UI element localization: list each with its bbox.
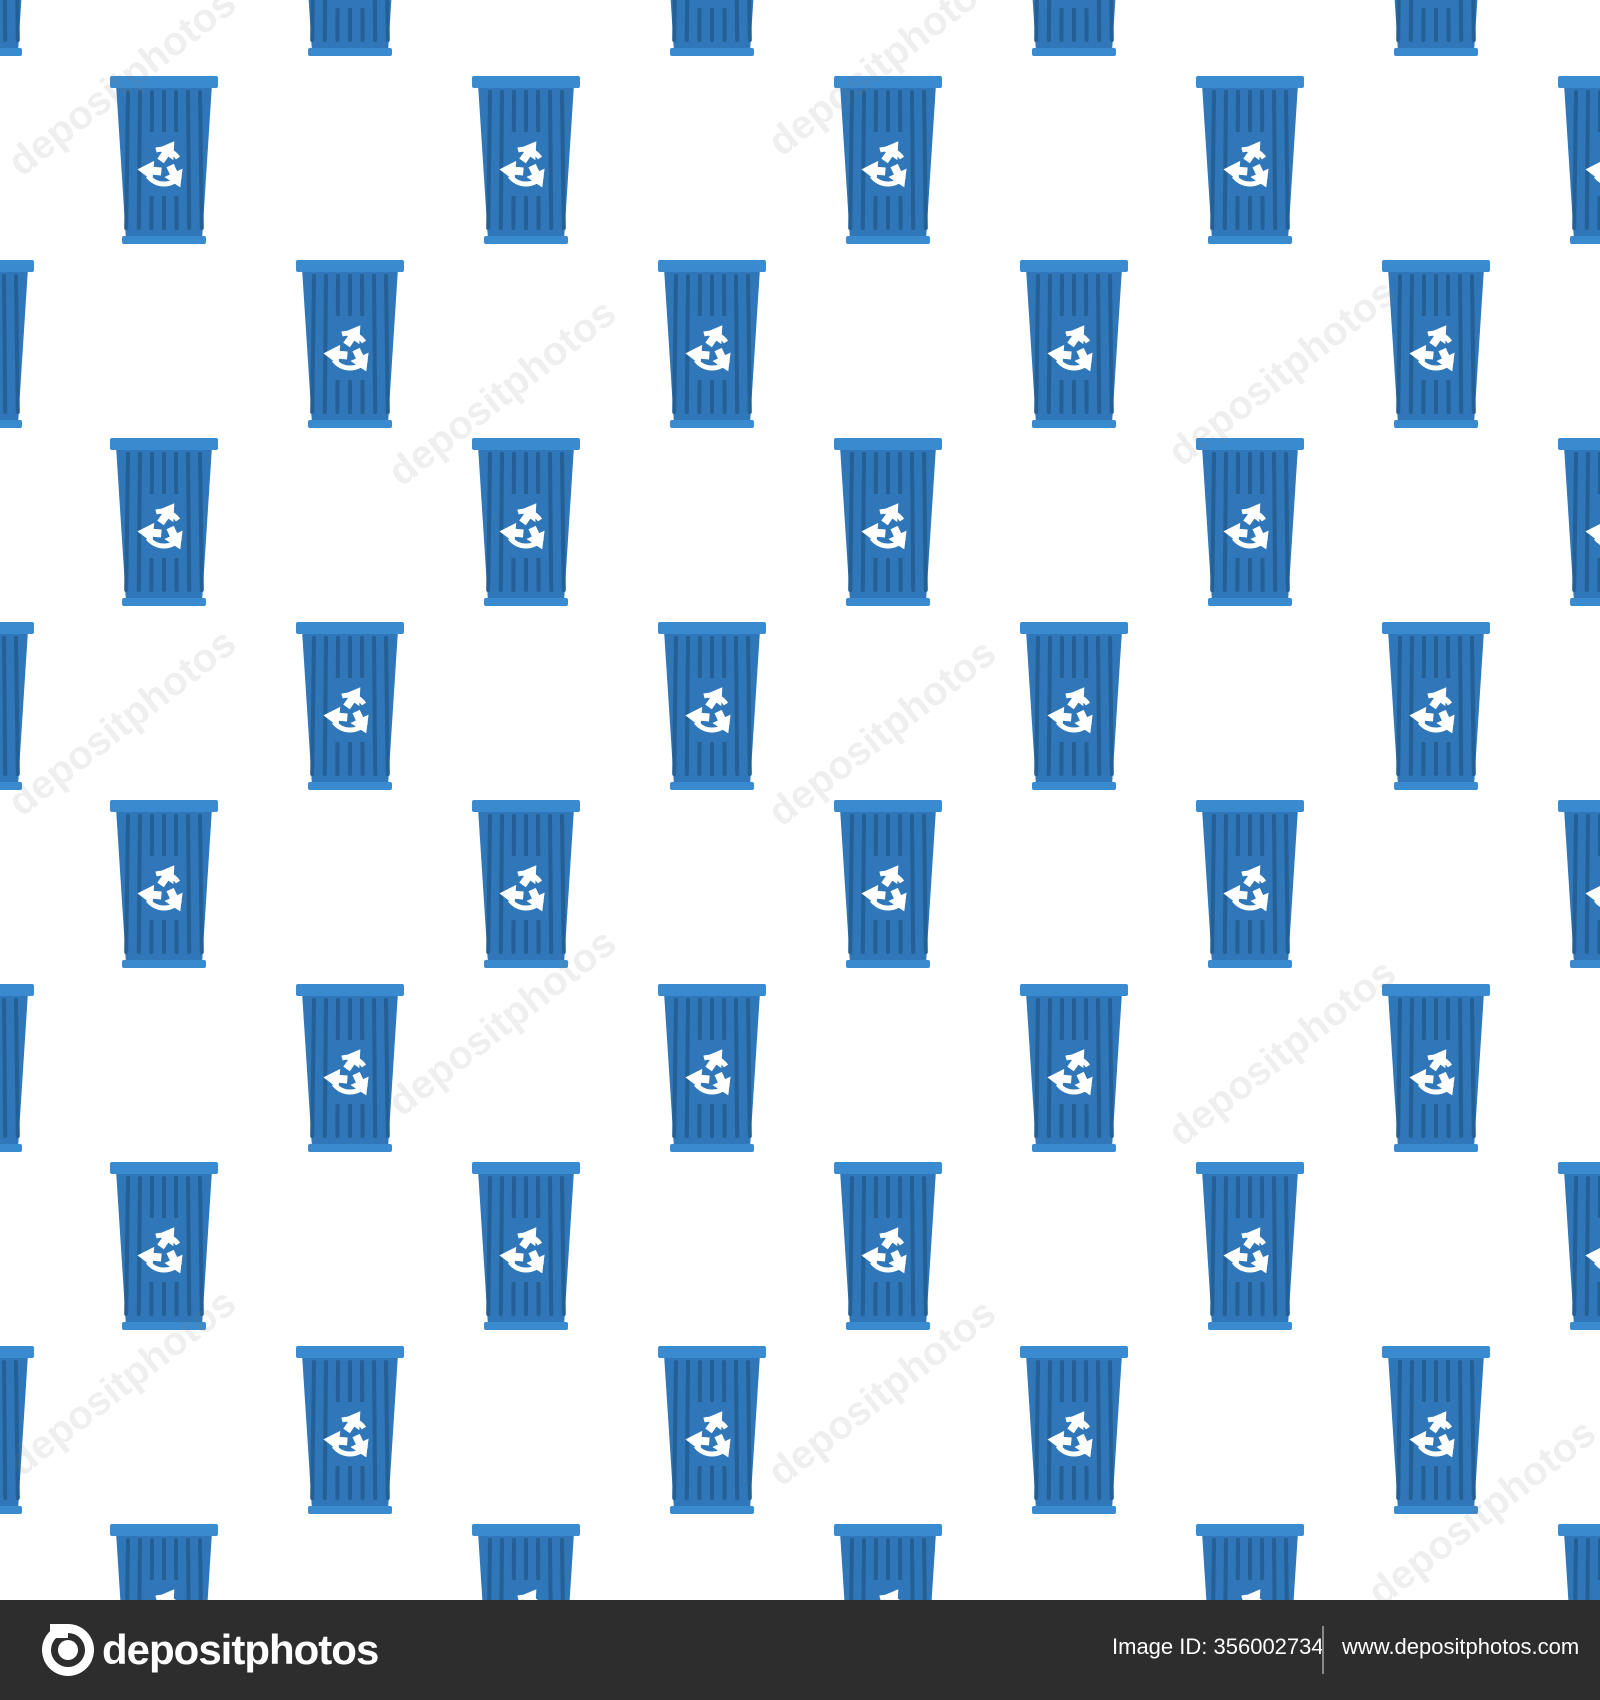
image-id: Image ID: 356002734 bbox=[1112, 1634, 1324, 1660]
recycle-bin-icon bbox=[308, 0, 392, 56]
recycle-bin-icon bbox=[0, 260, 34, 428]
recycle-bin-icon bbox=[296, 1346, 404, 1514]
recycle-bin-icon bbox=[1558, 1524, 1600, 1600]
recycle-bin-icon bbox=[1196, 1524, 1304, 1600]
recycle-bin-icon bbox=[1032, 0, 1116, 56]
recycle-bin-icon bbox=[1382, 622, 1490, 790]
image-id-value: 356002734 bbox=[1213, 1634, 1324, 1659]
depositphotos-logo-icon bbox=[42, 1624, 94, 1676]
recycle-bin-icon bbox=[472, 76, 580, 244]
recycle-bin-pattern: depositphotos depositphotos depositphotos d… bbox=[0, 0, 1600, 1600]
recycle-bin-icon bbox=[658, 622, 766, 790]
recycle-bin-icon bbox=[472, 438, 580, 606]
recycle-bin-icon bbox=[1558, 438, 1600, 606]
recycle-bin-icon bbox=[834, 438, 942, 606]
recycle-bin-icon bbox=[1196, 800, 1304, 968]
recycle-bin-icon bbox=[110, 800, 218, 968]
recycle-bin-icon bbox=[1394, 0, 1478, 56]
recycle-bin-icon bbox=[296, 622, 404, 790]
recycle-bin-icon bbox=[296, 984, 404, 1152]
recycle-bin-icon bbox=[1558, 76, 1600, 244]
recycle-bin-icon bbox=[658, 1346, 766, 1514]
recycle-bin-icon bbox=[1382, 984, 1490, 1152]
recycle-bin-icon bbox=[110, 1524, 218, 1600]
recycle-bin-icon bbox=[472, 1524, 580, 1600]
recycle-bin-icon bbox=[834, 1162, 942, 1330]
recycle-bin-icon bbox=[1020, 1346, 1128, 1514]
recycle-bin-icon bbox=[1020, 622, 1128, 790]
recycle-bin-icon bbox=[834, 1524, 942, 1600]
recycle-bin-icon bbox=[670, 0, 754, 56]
recycle-bin-icon bbox=[834, 800, 942, 968]
recycle-bin-icon bbox=[472, 1162, 580, 1330]
recycle-bin-icon bbox=[1382, 1346, 1490, 1514]
recycle-bin-icon bbox=[110, 76, 218, 244]
recycle-bin-icon bbox=[1558, 1162, 1600, 1330]
recycle-bin-icon bbox=[834, 76, 942, 244]
image-id-label: Image ID: bbox=[1112, 1634, 1208, 1659]
watermark-text: depositphotos bbox=[1160, 950, 1405, 1155]
recycle-bin-icon bbox=[1196, 438, 1304, 606]
recycle-bin-icon bbox=[0, 622, 34, 790]
footer-divider bbox=[1322, 1626, 1324, 1674]
recycle-bin-icon bbox=[658, 260, 766, 428]
recycle-bin-icon bbox=[1020, 260, 1128, 428]
brand-name: depositphotos bbox=[102, 1626, 379, 1673]
recycle-bin-icon bbox=[472, 800, 580, 968]
recycle-bin-icon bbox=[110, 1162, 218, 1330]
recycle-bin-icon bbox=[0, 0, 22, 56]
site-url: www.depositphotos.com bbox=[1342, 1634, 1580, 1659]
recycle-bin-icon bbox=[0, 984, 34, 1152]
recycle-bin-icon bbox=[0, 1346, 34, 1514]
watermark-footer-bar: depositphotos Image ID: 356002734 www.de… bbox=[0, 1600, 1600, 1700]
recycle-bin-icon bbox=[296, 260, 404, 428]
recycle-bin-icon bbox=[1196, 76, 1304, 244]
recycle-bin-icon bbox=[1382, 260, 1490, 428]
recycle-bin-icon bbox=[110, 438, 218, 606]
recycle-bin-icon bbox=[1196, 1162, 1304, 1330]
recycle-bin-icon bbox=[658, 984, 766, 1152]
recycle-bin-icon bbox=[1020, 984, 1128, 1152]
brand: depositphotos bbox=[40, 1620, 379, 1680]
recycle-bin-icon bbox=[1558, 800, 1600, 968]
